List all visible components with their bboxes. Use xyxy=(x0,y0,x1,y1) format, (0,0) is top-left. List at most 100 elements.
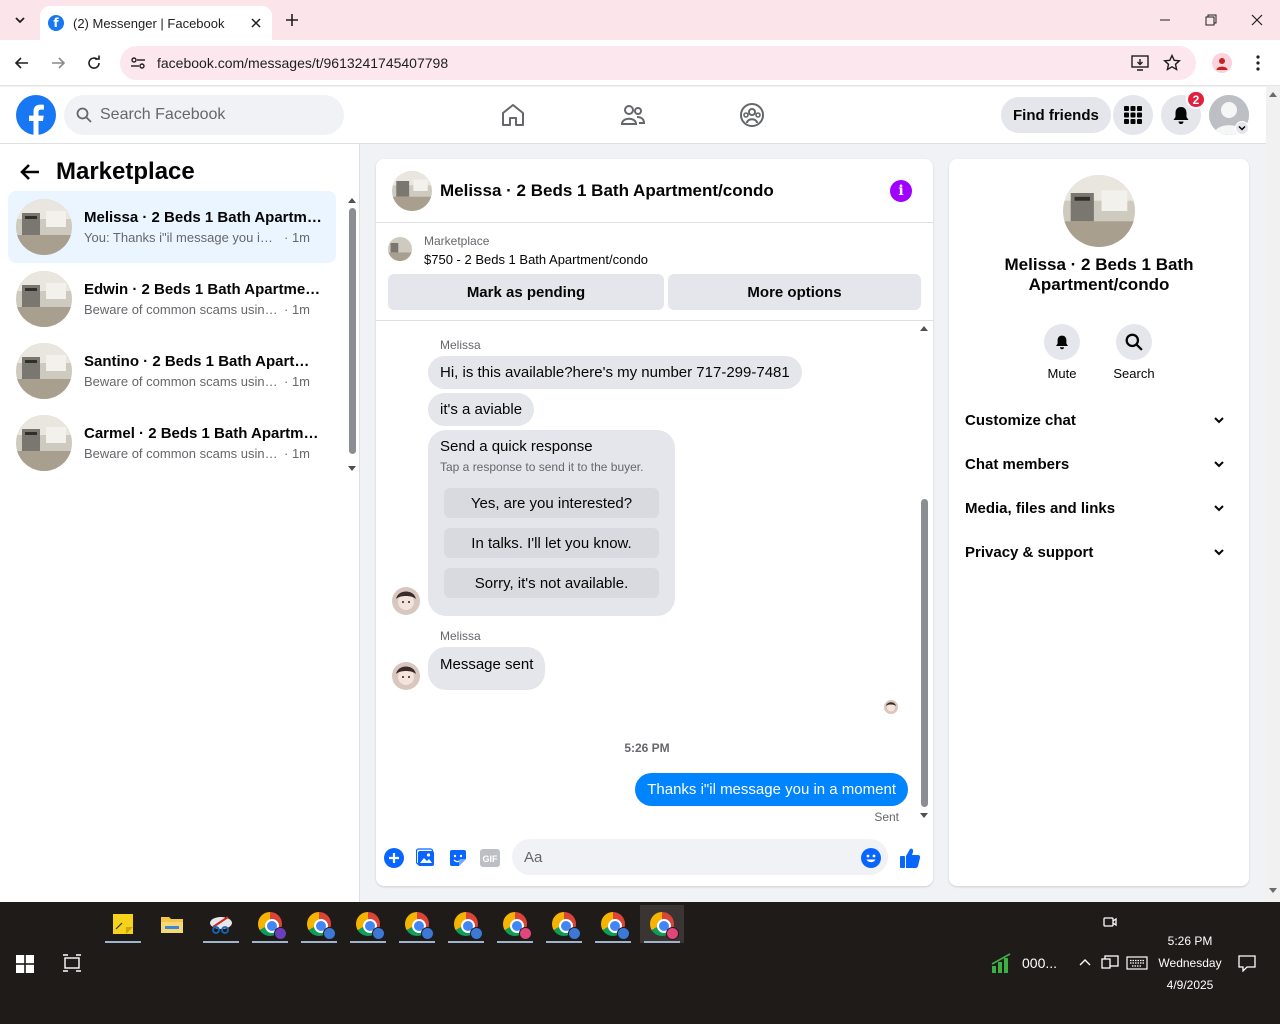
bookmark-star-icon[interactable] xyxy=(1162,53,1182,73)
sender-avatar[interactable] xyxy=(392,587,420,615)
quick-response-title: Send a quick response xyxy=(440,438,593,455)
menu-grid-button[interactable] xyxy=(1113,95,1153,135)
chat-avatar[interactable] xyxy=(392,170,432,211)
chrome-app-icon-active[interactable] xyxy=(640,905,684,943)
back-arrow-icon[interactable] xyxy=(20,163,40,181)
tab-search-dropdown[interactable] xyxy=(8,8,32,32)
conversation-list-scrollbar[interactable] xyxy=(346,194,358,478)
chrome-app-icon[interactable] xyxy=(395,905,439,943)
facebook-search-input[interactable]: Search Facebook xyxy=(64,95,344,135)
browser-menu-icon[interactable] xyxy=(1250,53,1266,73)
profile-avatar[interactable] xyxy=(1063,175,1135,247)
search-conversation-button[interactable]: Search xyxy=(1104,324,1164,381)
display-icon[interactable] xyxy=(1101,955,1119,971)
sender-avatar[interactable] xyxy=(392,662,420,690)
listing-thumbnail[interactable] xyxy=(388,237,412,261)
chrome-app-icon[interactable] xyxy=(248,905,292,943)
search-icon[interactable] xyxy=(1116,324,1152,360)
section-label: Media, files and links xyxy=(965,499,1116,517)
network-chart-icon[interactable] xyxy=(990,952,1014,974)
file-explorer-app-icon[interactable] xyxy=(150,905,194,943)
incoming-message[interactable]: it's a aviable xyxy=(428,393,535,426)
chat-title[interactable]: Melissa · 2 Beds 1 Bath Apartment/condo xyxy=(440,181,774,201)
mute-button[interactable]: Mute xyxy=(1032,324,1092,381)
reload-button[interactable] xyxy=(82,51,106,75)
incoming-message[interactable]: Hi, is this available?here's my number 7… xyxy=(428,356,802,389)
clock-day[interactable]: Wednesday xyxy=(1154,956,1226,970)
listing-title[interactable]: $750 - 2 Beds 1 Bath Apartment/condo xyxy=(424,252,648,267)
sticky-notes-app-icon[interactable] xyxy=(101,905,145,943)
task-view-icon[interactable] xyxy=(62,954,82,972)
account-caret-icon[interactable] xyxy=(1235,121,1249,135)
chevron-down-icon xyxy=(1214,505,1224,512)
home-nav-icon[interactable] xyxy=(499,101,527,129)
gif-icon[interactable]: GIF xyxy=(479,847,501,869)
emoji-icon[interactable] xyxy=(860,847,882,869)
message-scrollbar[interactable] xyxy=(918,321,930,823)
close-icon xyxy=(1251,14,1263,26)
back-button[interactable] xyxy=(10,51,34,75)
groups-nav-icon[interactable] xyxy=(738,101,766,129)
photo-gallery-icon[interactable] xyxy=(415,847,437,869)
browser-profile-icon[interactable] xyxy=(1212,53,1232,73)
meet-now-icon[interactable] xyxy=(1102,914,1118,930)
address-bar[interactable]: facebook.com/messages/t/9613241745407798 xyxy=(120,46,1196,80)
network-label[interactable]: 000... xyxy=(1022,955,1057,971)
clock-time[interactable]: 5:26 PM xyxy=(1160,934,1220,948)
find-friends-button[interactable]: Find friends xyxy=(1001,97,1111,133)
quick-response-option[interactable]: Sorry, it's not available. xyxy=(444,568,659,598)
conversation-item[interactable]: Santino · 2 Beds 1 Bath Apartme... Bewar… xyxy=(8,335,336,407)
window-minimize-button[interactable] xyxy=(1142,6,1188,34)
window-restore-button[interactable] xyxy=(1188,6,1234,34)
facebook-logo-icon[interactable] xyxy=(16,95,56,135)
conversation-item[interactable]: Edwin · 2 Beds 1 Bath Apartment... Bewar… xyxy=(8,263,336,335)
listing-thumbnail xyxy=(16,343,72,399)
seen-receipt-avatar xyxy=(884,700,898,714)
sender-name: Melissa xyxy=(440,629,481,643)
quick-response-option[interactable]: Yes, are you interested? xyxy=(444,488,659,518)
tab-close-icon[interactable] xyxy=(248,15,264,31)
search-icon xyxy=(76,107,92,123)
chat-members-section[interactable]: Chat members xyxy=(965,446,1233,482)
customize-chat-section[interactable]: Customize chat xyxy=(965,402,1233,438)
install-app-icon[interactable] xyxy=(1130,53,1150,73)
privacy-support-section[interactable]: Privacy & support xyxy=(965,534,1233,570)
site-settings-icon[interactable] xyxy=(130,55,146,71)
thumbs-up-icon[interactable] xyxy=(899,847,921,869)
url-text[interactable]: facebook.com/messages/t/9613241745407798 xyxy=(157,55,448,71)
media-files-links-section[interactable]: Media, files and links xyxy=(965,490,1233,526)
sender-name: Melissa xyxy=(440,338,481,352)
friends-nav-icon[interactable] xyxy=(619,101,647,129)
windows-start-icon[interactable] xyxy=(16,955,34,973)
info-icon[interactable]: i xyxy=(890,180,912,202)
conversation-item[interactable]: Melissa · 2 Beds 1 Bath Apartme... You: … xyxy=(8,191,336,263)
keyboard-icon[interactable] xyxy=(1126,956,1148,970)
message-input[interactable]: Aa xyxy=(512,839,888,875)
chrome-app-icon[interactable] xyxy=(346,905,390,943)
quick-response-option[interactable]: In talks. I'll let you know. xyxy=(444,528,659,558)
conversation-item[interactable]: Carmel · 2 Beds 1 Bath Apartme... Beware… xyxy=(8,407,336,479)
clock-date[interactable]: 4/9/2025 xyxy=(1154,978,1226,992)
chrome-app-icon[interactable] xyxy=(542,905,586,943)
chrome-app-icon[interactable] xyxy=(591,905,635,943)
bell-icon[interactable] xyxy=(1044,324,1080,360)
action-center-icon[interactable] xyxy=(1238,954,1256,972)
mark-as-pending-button[interactable]: Mark as pending xyxy=(388,274,664,310)
window-close-button[interactable] xyxy=(1234,6,1280,34)
marketplace-listing-bar: Marketplace $750 - 2 Beds 1 Bath Apartme… xyxy=(376,223,933,321)
incoming-message[interactable]: Message sent xyxy=(428,647,546,690)
forward-button[interactable] xyxy=(46,51,70,75)
listing-thumbnail xyxy=(16,271,72,327)
browser-tab-active[interactable]: f (2) Messenger | Facebook xyxy=(40,6,272,40)
chrome-app-icon[interactable] xyxy=(493,905,537,943)
sticker-icon[interactable] xyxy=(447,847,469,869)
page-scrollbar[interactable] xyxy=(1266,87,1280,902)
plus-circle-icon[interactable] xyxy=(383,847,405,869)
chrome-app-icon[interactable] xyxy=(297,905,341,943)
show-hidden-icons-chevron-icon[interactable] xyxy=(1078,957,1092,967)
more-options-button[interactable]: More options xyxy=(668,274,921,310)
new-tab-button[interactable] xyxy=(282,10,302,30)
outgoing-message[interactable]: Thanks i"il message you in a moment xyxy=(635,773,908,806)
chrome-app-icon[interactable] xyxy=(444,905,488,943)
snipping-tool-app-icon[interactable] xyxy=(199,905,243,943)
